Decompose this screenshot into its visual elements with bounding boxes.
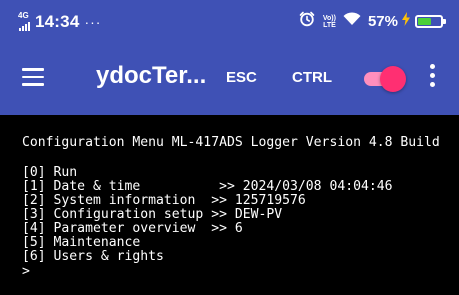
signal-icon: 4G bbox=[18, 11, 32, 31]
menu-icon[interactable] bbox=[22, 68, 44, 86]
app-bar: ydocTer... ESC CTRL bbox=[0, 42, 459, 115]
alarm-icon bbox=[299, 11, 315, 32]
terminal-line: [2] System information >> 125719576 bbox=[22, 193, 306, 208]
overflow-menu-icon[interactable] bbox=[428, 64, 436, 92]
status-bar: 4G 14:34 ··· Vo)) LTE 57% bbox=[0, 0, 459, 42]
esc-button[interactable]: ESC bbox=[226, 69, 257, 86]
terminal-line: [4] Parameter overview >> 6 bbox=[22, 221, 243, 236]
battery-icon bbox=[415, 15, 446, 28]
notification-dots: ··· bbox=[84, 14, 102, 30]
terminal-line: [3] Configuration setup >> DEW-PV bbox=[22, 207, 283, 222]
terminal-line: [1] Date & time >> 2024/03/08 04:04:46 bbox=[22, 179, 393, 194]
terminal-output[interactable]: Configuration Menu ML-417ADS Logger Vers… bbox=[0, 115, 459, 295]
status-time: 14:34 bbox=[35, 12, 80, 31]
status-bar-right: Vo)) LTE 57% bbox=[299, 11, 446, 32]
toggle-switch[interactable] bbox=[360, 66, 406, 92]
toggle-thumb bbox=[380, 66, 406, 92]
terminal-line: [5] Maintenance bbox=[22, 235, 141, 250]
status-bar-left: 4G 14:34 ··· bbox=[18, 12, 101, 32]
charging-bolt-icon bbox=[401, 12, 411, 31]
terminal-line: [6] Users & rights bbox=[22, 249, 164, 264]
volte-icon: Vo)) LTE bbox=[323, 15, 336, 29]
ctrl-button[interactable]: CTRL bbox=[292, 69, 332, 86]
volte-top-label: Vo)) bbox=[322, 14, 336, 22]
volte-bottom-label: LTE bbox=[323, 21, 336, 29]
terminal-line: [0] Run bbox=[22, 165, 78, 180]
battery-level-fill bbox=[418, 18, 431, 25]
app-title: ydocTer... bbox=[96, 62, 207, 89]
terminal-prompt: > bbox=[22, 264, 30, 279]
wifi-icon bbox=[343, 12, 361, 31]
terminal-line: Configuration Menu ML-417ADS Logger Vers… bbox=[22, 135, 440, 150]
network-type-label: 4G bbox=[18, 11, 29, 20]
battery-percent: 57% bbox=[367, 13, 398, 30]
